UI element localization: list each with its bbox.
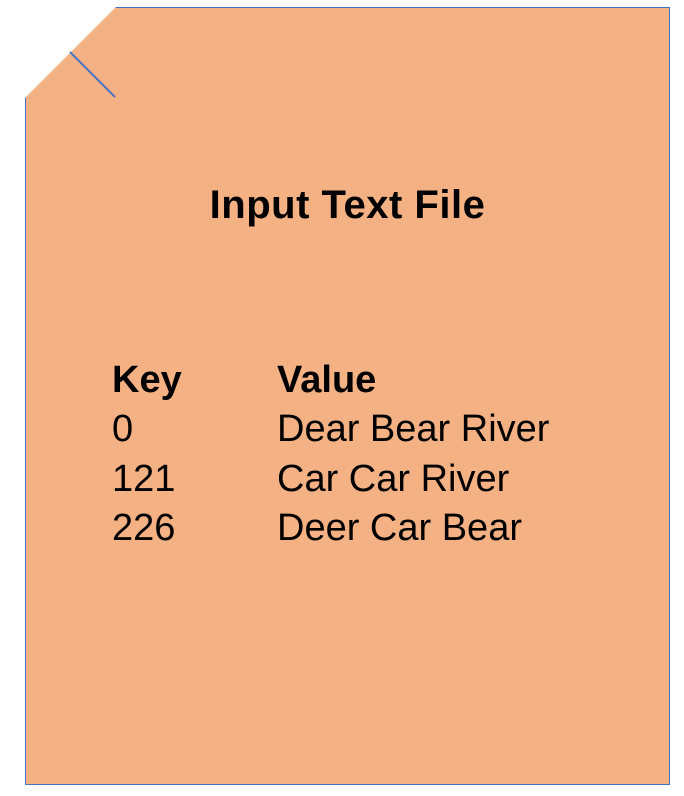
table-row: 121 Car Car River: [112, 455, 549, 504]
file-document-shape: Input Text File Key Value 0 Dear Bear Ri…: [25, 7, 670, 785]
table-header-row: Key Value: [112, 356, 549, 405]
cell-value: Deer Car Bear: [277, 504, 522, 553]
cell-key: 0: [112, 405, 277, 454]
cell-key: 121: [112, 455, 277, 504]
document-title: Input Text File: [26, 183, 669, 228]
table-row: 226 Deer Car Bear: [112, 504, 549, 553]
cell-value: Dear Bear River: [277, 405, 549, 454]
table-row: 0 Dear Bear River: [112, 405, 549, 454]
header-value: Value: [277, 356, 376, 405]
cell-key: 226: [112, 504, 277, 553]
cell-value: Car Car River: [277, 455, 509, 504]
header-key: Key: [112, 356, 277, 405]
key-value-table: Key Value 0 Dear Bear River 121 Car Car …: [112, 356, 549, 554]
